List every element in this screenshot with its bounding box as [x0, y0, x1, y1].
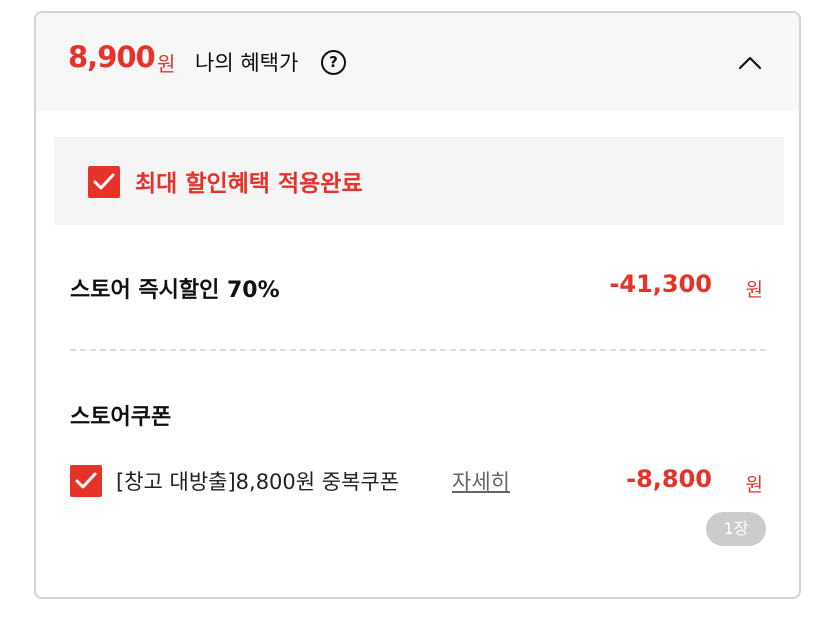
instant-discount-amount: -41,300 — [609, 270, 712, 298]
coupon-name: [창고 대방출]8,800원 중복쿠폰 — [116, 470, 400, 494]
check-icon — [75, 472, 97, 489]
benefit-price-label: 나의 혜택가 — [195, 51, 299, 75]
max-discount-applied-box: 최대 할인혜택 적용완료 — [54, 137, 784, 225]
benefit-price-card: 8,900 원 나의 혜택가 ? 최대 할인혜택 적용완료 스토어 즉시할인 7… — [34, 11, 801, 599]
max-discount-label: 최대 할인혜택 적용완료 — [135, 171, 363, 197]
max-discount-checkbox[interactable] — [88, 166, 120, 198]
check-icon — [93, 173, 115, 190]
coupon-amount-unit: 원 — [745, 474, 763, 496]
coupon-checkbox[interactable] — [70, 465, 102, 497]
benefit-header[interactable]: 8,900 원 나의 혜택가 ? — [36, 13, 799, 111]
coupon-count-badge[interactable]: 1장 — [706, 512, 766, 546]
coupon-amount: -8,800 — [626, 465, 712, 493]
help-icon[interactable]: ? — [321, 50, 346, 75]
benefit-price: 8,900 — [68, 40, 156, 74]
instant-discount-label: 스토어 즉시할인 70% — [70, 278, 280, 303]
store-coupon-title: 스토어쿠폰 — [70, 405, 172, 430]
chevron-up-icon[interactable] — [738, 55, 762, 70]
section-divider — [70, 349, 766, 351]
price-unit: 원 — [157, 52, 176, 76]
coupon-detail-link[interactable]: 자세히 — [452, 466, 510, 496]
instant-discount-unit: 원 — [745, 279, 763, 301]
